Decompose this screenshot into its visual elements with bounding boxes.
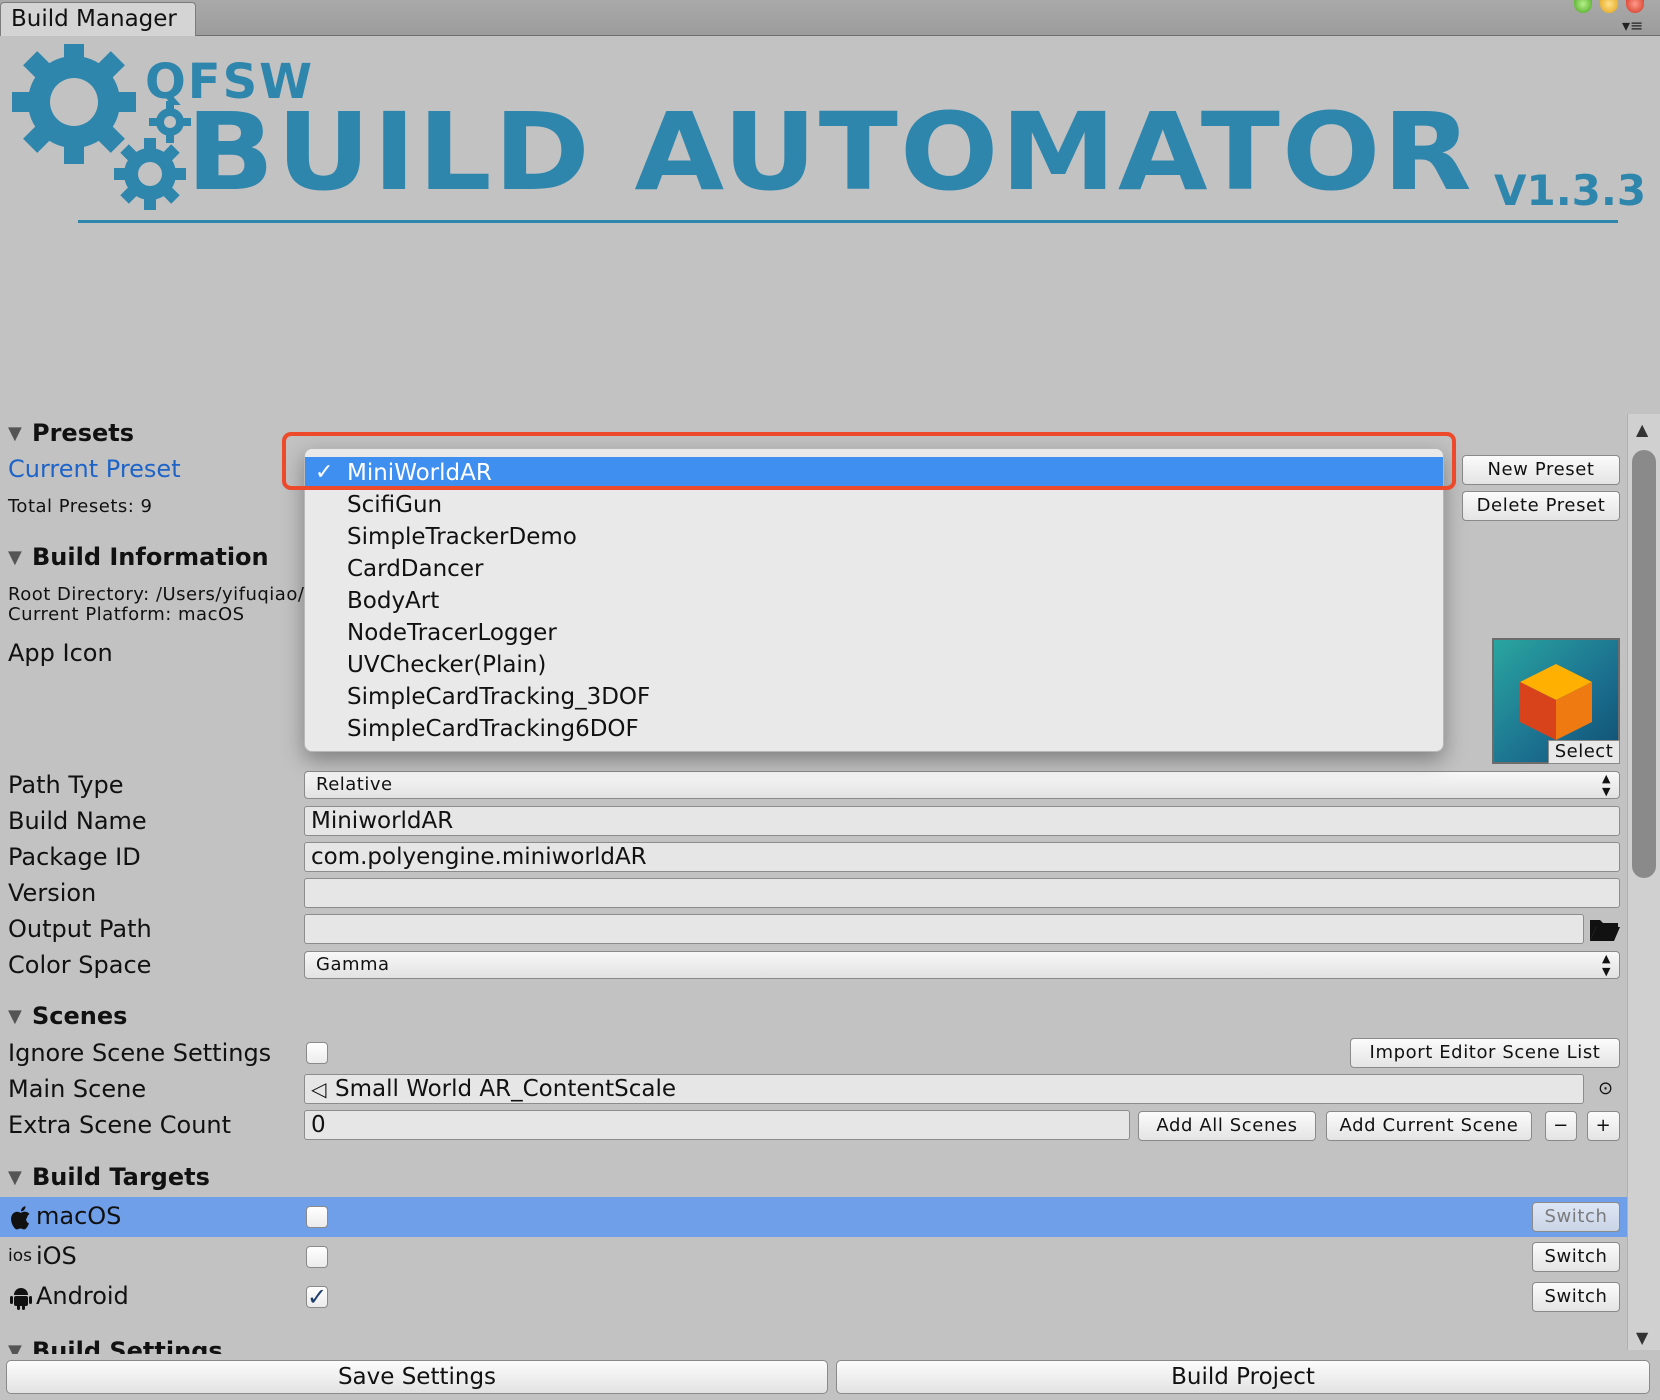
target-name: Android	[36, 1282, 129, 1310]
android-icon	[10, 1288, 32, 1310]
banner-underline	[78, 220, 1618, 223]
preset-option[interactable]: CardDancer	[305, 553, 1443, 585]
banner-version: V1.3.3	[1494, 166, 1647, 215]
preset-option[interactable]: SimpleCardTracking_3DOF	[305, 681, 1443, 713]
add-current-scene-button[interactable]: Add Current Scene	[1326, 1111, 1532, 1141]
target-enabled-checkbox[interactable]	[306, 1206, 328, 1228]
close-window-icon[interactable]	[1626, 0, 1644, 13]
callout-highlight-box	[282, 432, 1456, 490]
main-scene-label: Main Scene	[8, 1075, 147, 1103]
window-tab-build-manager[interactable]: Build Manager	[0, 2, 196, 36]
apple-icon	[11, 1206, 30, 1230]
preset-option[interactable]: SimpleCardTracking6DOF	[305, 713, 1443, 745]
preset-dropdown-menu: ✓ MiniWorldAR ScifiGun SimpleTrackerDemo…	[304, 448, 1444, 752]
current-preset-label: Current Preset	[8, 455, 181, 483]
color-space-dropdown[interactable]: Gamma ▲ ▼	[304, 951, 1620, 979]
collapse-triangle-icon: ▼	[8, 1341, 22, 1354]
build-name-input[interactable]: MiniworldAR	[304, 806, 1620, 836]
import-editor-scene-list-button[interactable]: Import Editor Scene List	[1350, 1038, 1620, 1068]
root-directory-text: Root Directory: /Users/yifuqiao/	[8, 584, 305, 605]
scrollbar-thumb[interactable]	[1632, 450, 1656, 878]
build-targets-section-header[interactable]: ▼ Build Targets	[8, 1162, 210, 1193]
save-settings-button[interactable]: Save Settings	[6, 1360, 828, 1394]
version-label: Version	[8, 879, 97, 907]
build-name-label: Build Name	[8, 807, 147, 835]
presets-section-header[interactable]: ▼ Presets	[8, 418, 134, 449]
total-presets-label: Total Presets: 9	[8, 496, 153, 517]
switch-platform-button[interactable]: Switch	[1532, 1242, 1620, 1272]
app-icon-select-button[interactable]: Select	[1548, 740, 1620, 764]
output-path-label: Output Path	[8, 915, 152, 943]
window-menu-icon[interactable]: ▾≡	[1622, 18, 1643, 34]
switch-platform-button[interactable]: Switch	[1532, 1282, 1620, 1312]
target-enabled-checkbox[interactable]	[306, 1246, 328, 1268]
delete-preset-button[interactable]: Delete Preset	[1462, 491, 1620, 521]
build-settings-header-clip: ▼ Build Settings	[0, 1332, 1627, 1354]
preset-option[interactable]: UVChecker(Plain)	[305, 649, 1443, 681]
collapse-triangle-icon: ▼	[8, 423, 22, 444]
version-input[interactable]	[304, 878, 1620, 908]
package-id-input[interactable]: com.polyengine.miniworldAR	[304, 842, 1620, 872]
preset-option[interactable]: SimpleTrackerDemo	[305, 521, 1443, 553]
preset-option[interactable]: BodyArt	[305, 585, 1443, 617]
current-platform-text: Current Platform: macOS	[8, 604, 245, 625]
new-preset-button[interactable]: New Preset	[1462, 455, 1620, 485]
collapse-triangle-icon: ▼	[8, 1006, 22, 1027]
add-all-scenes-button[interactable]: Add All Scenes	[1138, 1111, 1316, 1141]
zoom-window-icon[interactable]	[1574, 0, 1592, 13]
extra-scene-count-label: Extra Scene Count	[8, 1111, 232, 1139]
build-automator-banner: QFSW BUILD AUTOMATOR V1.3.3	[0, 36, 1660, 236]
add-scene-button[interactable]: +	[1587, 1111, 1620, 1141]
unity-scene-icon: ◁	[311, 1077, 327, 1101]
ignore-scene-settings-checkbox[interactable]	[306, 1042, 328, 1064]
object-picker-icon[interactable]: ⊙	[1598, 1078, 1613, 1099]
switch-platform-button[interactable]: Switch	[1532, 1202, 1620, 1232]
collapse-triangle-icon: ▼	[8, 1167, 22, 1188]
build-project-button[interactable]: Build Project	[836, 1360, 1650, 1394]
target-enabled-checkbox[interactable]: ✓	[306, 1285, 328, 1309]
popup-arrows-icon: ▲ ▼	[1602, 952, 1611, 978]
package-id-label: Package ID	[8, 843, 141, 871]
remove-scene-button[interactable]: −	[1545, 1111, 1577, 1141]
banner-title: BUILD AUTOMATOR	[186, 90, 1474, 215]
output-path-input[interactable]	[304, 914, 1584, 944]
ignore-scene-settings-label: Ignore Scene Settings	[8, 1039, 272, 1067]
folder-icon[interactable]	[1588, 914, 1622, 944]
build-target-row-macos[interactable]: macOS Switch	[0, 1197, 1627, 1237]
main-scene-field[interactable]: ◁ Small World AR_ContentScale	[304, 1074, 1584, 1104]
scenes-section-header[interactable]: ▼ Scenes	[8, 1001, 127, 1032]
preset-option[interactable]: NodeTracerLogger	[305, 617, 1443, 649]
build-target-row-ios[interactable]: ios iOS Switch	[0, 1237, 1627, 1277]
app-icon-label: App Icon	[8, 639, 113, 667]
path-type-dropdown[interactable]: Relative ▲ ▼	[304, 771, 1620, 799]
window-tab-bar: Build Manager ▾≡	[0, 0, 1660, 36]
preset-option[interactable]: ScifiGun	[305, 489, 1443, 521]
scroll-down-arrow-icon[interactable]: ▼	[1636, 1328, 1648, 1347]
ios-icon: ios	[8, 1246, 32, 1266]
popup-arrows-icon: ▲ ▼	[1602, 772, 1611, 798]
target-name: macOS	[36, 1202, 122, 1230]
path-type-label: Path Type	[8, 771, 124, 799]
build-information-section-header[interactable]: ▼ Build Information	[8, 542, 269, 573]
minimize-window-icon[interactable]	[1600, 0, 1618, 13]
build-settings-section-header[interactable]: ▼ Build Settings	[8, 1336, 223, 1354]
extra-scene-count-input[interactable]: 0	[304, 1110, 1130, 1140]
color-space-label: Color Space	[8, 951, 152, 979]
collapse-triangle-icon: ▼	[8, 547, 22, 568]
scroll-up-arrow-icon[interactable]: ▲	[1636, 420, 1648, 439]
build-target-row-android[interactable]: Android ✓ Switch	[0, 1277, 1627, 1317]
target-name: iOS	[36, 1242, 77, 1270]
